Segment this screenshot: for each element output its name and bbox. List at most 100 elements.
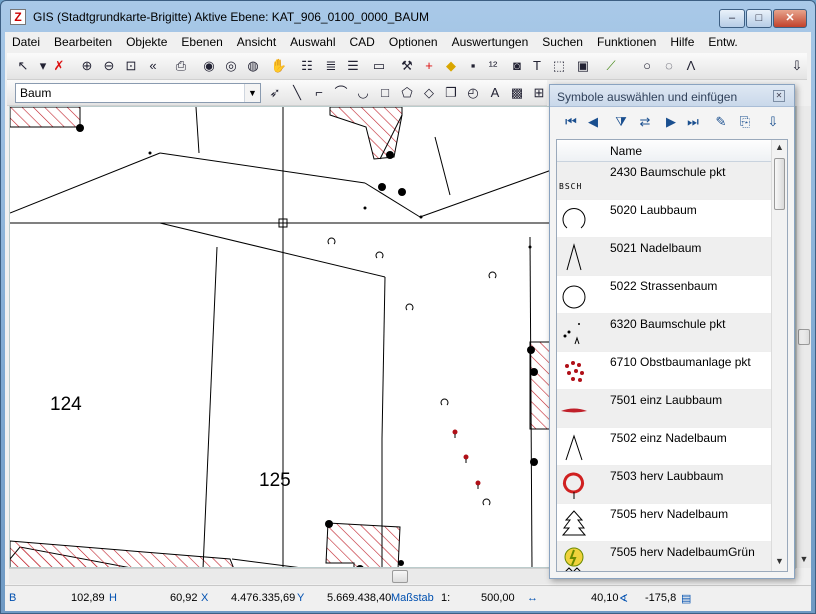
camera-icon[interactable]: ◙ <box>507 56 527 76</box>
menu-item[interactable]: Auswahl <box>283 32 342 52</box>
zoom-window-icon[interactable]: ⊡ <box>121 56 141 76</box>
symbol-dialog: Symbole auswählen und einfügen ✕ ⏮ ◀ ⧩ ⇄ ▶ ⏭ ✎… <box>549 84 795 579</box>
scrollbar-thumb[interactable] <box>798 329 810 345</box>
text-icon[interactable]: A <box>485 83 505 103</box>
stack-icon[interactable]: ❐ <box>441 83 461 103</box>
window-icon[interactable]: ▣ <box>573 56 593 76</box>
menu-item[interactable]: Hilfe <box>663 32 701 52</box>
symbol-list-item[interactable]: 5022 Strassenbaum <box>557 276 771 314</box>
layer-properties-icon[interactable]: ☰ <box>343 56 363 76</box>
status-bar: B 102,89 H 60,92 X 4.476.335,69 Y 5.669.… <box>5 585 811 611</box>
print-icon[interactable]: ⎙ <box>171 56 191 76</box>
exit-icon[interactable]: ⇩ <box>764 113 782 131</box>
line-icon[interactable]: ╲ <box>287 83 307 103</box>
menu-item[interactable]: Datei <box>5 32 47 52</box>
zoom-previous-icon[interactable]: « <box>143 56 163 76</box>
arc-icon[interactable]: ◡ <box>353 83 373 103</box>
node-icon[interactable]: ▪ <box>463 56 483 76</box>
chevron-down-icon[interactable]: ▼ <box>244 84 260 102</box>
exit-door-icon[interactable]: ⇩ <box>787 56 807 76</box>
globe-settings-icon[interactable]: ◍ <box>243 56 263 76</box>
measure-icon[interactable]: ▭ <box>369 56 389 76</box>
swap-icon[interactable]: ⇄ <box>636 113 654 131</box>
symbol-list-item[interactable]: BSCH 2430 Baumschule pkt <box>557 162 771 200</box>
tag-icon[interactable]: ◆ <box>441 56 461 76</box>
symbol-list-item[interactable]: 6710 Obstbaumanlage pkt <box>557 352 771 390</box>
rhombus-icon[interactable]: ◇ <box>419 83 439 103</box>
drawing-toolbar: Baum ▼ ➶ ╲ ⌐ ⌒ ◡ □ ⬠ ◇ ❐ ◴ A ▩ ⊞ <box>7 80 547 106</box>
dialog-title: Symbole auswählen und einfügen <box>557 90 738 104</box>
minimize-button[interactable]: – <box>719 9 745 28</box>
scroll-up-icon[interactable]: ▲ <box>772 142 787 156</box>
menu-item[interactable]: Auswertungen <box>445 32 536 52</box>
close-button[interactable]: ✕ <box>773 9 807 28</box>
globe-icon[interactable]: ◉ <box>199 56 219 76</box>
layer-stack-icon[interactable]: ≣ <box>321 56 341 76</box>
symbol-label: 6320 Baumschule pkt <box>610 317 726 331</box>
status-unit-h: H <box>109 592 117 604</box>
dialog-close-icon[interactable]: ✕ <box>773 90 785 102</box>
ruler-icon[interactable]: ⟋ <box>601 56 621 76</box>
circle-icon[interactable]: ○ <box>637 56 657 76</box>
symbol-list-item[interactable]: 6320 Baumschule pkt <box>557 314 771 352</box>
symbol-list-item[interactable]: 5021 Nadelbaum <box>557 238 771 276</box>
symbol-list-header[interactable]: Name <box>557 140 771 162</box>
text-tk-icon[interactable]: T <box>527 56 547 76</box>
scroll-down-icon[interactable]: ▼ <box>797 552 811 567</box>
open-circle-icon[interactable]: ◌ <box>659 56 679 76</box>
triangle-icon[interactable]: Λ <box>681 56 701 76</box>
zoom-out-icon[interactable]: ⊖ <box>99 56 119 76</box>
delete-x-icon[interactable]: ✗ <box>49 56 69 76</box>
filter-icon[interactable]: ⧩ <box>612 113 630 131</box>
scrollbar-thumb[interactable] <box>392 570 408 583</box>
pin-icon[interactable]: ➶ <box>265 83 285 103</box>
crosshair-icon[interactable]: + <box>419 56 439 76</box>
zoom-in-icon[interactable]: ⊕ <box>77 56 97 76</box>
insert-icon[interactable]: ⎘ <box>736 113 754 131</box>
previous-icon[interactable]: ◀ <box>584 113 602 131</box>
symbol-list-scrollbar[interactable]: ▲ ▼ <box>771 140 787 571</box>
title-bar[interactable]: Z GIS (Stadtgrundkarte-Brigitte) Aktive … <box>1 1 815 33</box>
symbol-list-item[interactable]: 7502 einz Nadelbaum <box>557 428 771 466</box>
menu-item[interactable]: Ansicht <box>230 32 283 52</box>
table-icon[interactable]: ⊞ <box>529 83 549 103</box>
symbol-list-item[interactable]: 7501 einz Laubbaum <box>557 390 771 428</box>
menu-item[interactable]: Entw. <box>701 32 744 52</box>
strassenbaum-icon <box>559 280 589 310</box>
tools-icon[interactable]: ⚒ <box>397 56 417 76</box>
select-arrow-icon[interactable]: ↖ <box>13 56 33 76</box>
numbering-icon[interactable]: ¹² <box>483 56 503 76</box>
select-frame-icon[interactable]: ⬚ <box>549 56 569 76</box>
menu-item[interactable]: Funktionen <box>590 32 663 52</box>
menu-item[interactable]: CAD <box>343 32 382 52</box>
rectangle-icon[interactable]: □ <box>375 83 395 103</box>
dialog-title-bar[interactable]: Symbole auswählen und einfügen ✕ <box>550 85 794 107</box>
menu-item[interactable]: Ebenen <box>174 32 229 52</box>
symbol-list-item[interactable]: 7505 herv Nadelbaum <box>557 504 771 542</box>
symbol-list-item[interactable]: 7503 herv Laubbaum <box>557 466 771 504</box>
edit-pen-icon[interactable]: ✎ <box>712 113 730 131</box>
menu-item[interactable]: Objekte <box>119 32 174 52</box>
menu-item[interactable]: Bearbeiten <box>47 32 119 52</box>
polyline-icon[interactable]: ⌐ <box>309 83 329 103</box>
symbol-list-item[interactable]: 7505 herv NadelbaumGrün <box>557 542 771 571</box>
globe-refresh-icon[interactable]: ◎ <box>221 56 241 76</box>
scroll-down-icon[interactable]: ▼ <box>772 556 787 570</box>
parcel-number: 125 <box>259 470 291 491</box>
pan-hand-icon[interactable]: ✋ <box>269 56 289 76</box>
layer-select[interactable]: Baum ▼ <box>15 83 261 103</box>
curve-icon[interactable]: ⌒ <box>331 83 351 103</box>
next-icon[interactable]: ▶ <box>662 113 680 131</box>
image-icon[interactable]: ▩ <box>507 83 527 103</box>
menu-item[interactable]: Optionen <box>382 32 445 52</box>
menu-item[interactable]: Suchen <box>535 32 590 52</box>
polygon-icon[interactable]: ⬠ <box>397 83 417 103</box>
layer-list-icon[interactable]: ☷ <box>297 56 317 76</box>
maximize-button[interactable]: □ <box>746 9 772 28</box>
first-icon[interactable]: ⏮ <box>562 113 580 131</box>
map-vertical-scrollbar[interactable]: ▼ <box>796 106 811 568</box>
last-icon[interactable]: ⏭ <box>684 113 702 131</box>
scrollbar-thumb[interactable] <box>774 158 785 210</box>
compass-icon[interactable]: ◴ <box>463 83 483 103</box>
symbol-list-item[interactable]: 5020 Laubbaum <box>557 200 771 238</box>
